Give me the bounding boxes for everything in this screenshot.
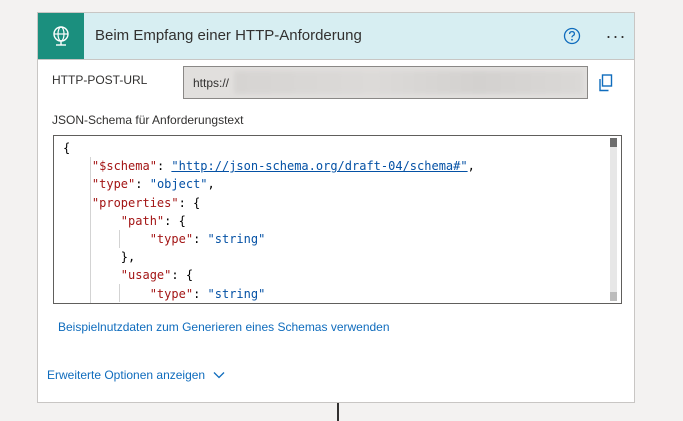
http-post-url-field[interactable]: https://: [183, 66, 588, 99]
url-redacted-area: [234, 71, 583, 94]
code-line: },: [63, 248, 475, 266]
schema-label: JSON-Schema für Anforderungstext: [52, 113, 244, 127]
code-line: "$schema": "http://json-schema.org/draft…: [63, 157, 475, 175]
editor-scrollbar[interactable]: [607, 136, 621, 303]
copy-icon[interactable]: [598, 74, 614, 92]
globe-request-icon: [38, 13, 84, 59]
code-token: "path": [120, 213, 165, 228]
http-trigger-card: Beim Empfang einer HTTP-Anforderung ··· …: [37, 12, 635, 403]
code-line: {: [63, 139, 475, 157]
code-token: "$schema": [91, 159, 157, 174]
code-token: :: [193, 231, 208, 246]
code-line: "path": {: [63, 212, 475, 230]
code-token: {: [63, 141, 71, 155]
code-token: : {: [178, 195, 201, 210]
code-token: "type": [149, 231, 194, 246]
code-token: "object": [149, 177, 208, 192]
code-line: "type": "string": [63, 285, 475, 303]
chevron-down-icon: [213, 368, 225, 382]
code-token: "usage": [120, 268, 172, 283]
json-schema-editor[interactable]: { "$schema": "http://json-schema.org/dra…: [53, 135, 622, 304]
code-token: "string": [207, 286, 266, 301]
url-value: https://: [193, 76, 230, 90]
code-line: "type": "object",: [63, 175, 475, 193]
scrollbar-track: [610, 147, 617, 292]
code-line: "properties": {: [63, 194, 475, 212]
code-token: "http://json-schema.org/draft-04/schema#…: [171, 159, 468, 174]
flow-connector: [337, 403, 339, 421]
card-header[interactable]: Beim Empfang einer HTTP-Anforderung ···: [38, 13, 634, 60]
code-content: { "$schema": "http://json-schema.org/dra…: [63, 139, 475, 304]
code-line: }: [63, 303, 475, 304]
card-title: Beim Empfang einer HTTP-Anforderung: [95, 27, 362, 44]
code-line: "usage": {: [63, 266, 475, 284]
code-token: "string": [207, 231, 266, 246]
code-token: ,: [467, 159, 475, 174]
sample-payload-link[interactable]: Beispielnutzdaten zum Generieren eines S…: [58, 320, 390, 334]
advanced-options-label: Erweiterte Optionen anzeigen: [47, 368, 206, 382]
code-token: :: [135, 177, 150, 192]
scrollbar-thumb[interactable]: [610, 138, 617, 147]
code-token: },: [63, 250, 136, 265]
code-token: : {: [171, 268, 194, 283]
ellipsis-icon[interactable]: ···: [604, 25, 628, 47]
scrollbar-end-marker: [610, 292, 617, 301]
code-token: :: [193, 286, 208, 301]
question-circle-icon[interactable]: [562, 26, 582, 46]
code-token: :: [156, 159, 172, 174]
code-token: "properties": [91, 195, 179, 210]
code-token: ,: [207, 177, 215, 192]
code-line: "type": "string": [63, 230, 475, 248]
advanced-options-toggle[interactable]: Erweiterte Optionen anzeigen: [47, 368, 225, 382]
url-label: HTTP-POST-URL: [52, 73, 148, 87]
code-token: "type": [149, 286, 194, 301]
code-token: : {: [164, 213, 186, 228]
code-token: "type": [91, 177, 136, 192]
